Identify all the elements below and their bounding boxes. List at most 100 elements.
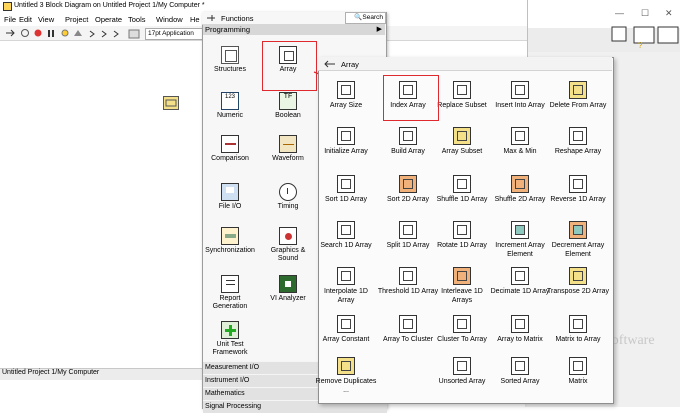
ap-item-matrix[interactable]: Matrix [547, 357, 609, 387]
ap-item-insert-into-array[interactable]: Insert Into Array [489, 81, 551, 111]
fp-item-report-generation[interactable]: Report Generation [202, 275, 258, 311]
ap-item-decimate-1d-array[interactable]: Decimate 1D Array [489, 267, 551, 297]
replace-subset-icon [453, 81, 471, 99]
menu-edit[interactable]: Edit [19, 15, 32, 24]
highlight-execution-icon [61, 29, 69, 37]
ap-item-label: Shuffle 1D Array [436, 196, 488, 203]
ap-item-decrement-array-element[interactable]: Decrement Array Element [547, 221, 609, 259]
category-programming[interactable]: Programming ▶ [203, 24, 385, 35]
ap-item-sort-1d-array[interactable]: Sort 1D Array [315, 175, 377, 205]
fp-item-label: Numeric [216, 112, 244, 119]
sort-2d-array-icon [399, 175, 417, 193]
ap-item-initialize-array[interactable]: Initialize Array [315, 127, 377, 157]
ap-item-label: Remove Duplicates ... [315, 378, 377, 394]
menu-help[interactable]: He [190, 15, 200, 24]
ap-item-max-and-min[interactable]: Max & Min [489, 127, 551, 157]
minimize-icon[interactable]: — [615, 8, 624, 18]
insert-into-array-icon [511, 81, 529, 99]
ap-item-split-1d-array[interactable]: Split 1D Array [377, 221, 439, 251]
fp-item-boolean[interactable]: TF Boolean [260, 92, 316, 120]
structures-icon [221, 46, 239, 64]
sort-1d-array-icon [337, 175, 355, 193]
fp-item-waveform[interactable]: Waveform [260, 135, 316, 163]
ap-item-array-size[interactable]: Array Size [315, 81, 377, 111]
front-panel-titlebar: — ☐ ✕ [525, 0, 680, 28]
ap-item-shuffle-2d-array[interactable]: Shuffle 2D Array [489, 175, 551, 205]
fp-item-comparison[interactable]: Comparison [202, 135, 258, 163]
menu-project[interactable]: Project [65, 15, 88, 24]
ap-item-label: Insert Into Array [495, 102, 545, 109]
ap-item-threshold-1d-array[interactable]: Threshold 1D Array [377, 267, 439, 297]
menu-view[interactable]: View [38, 15, 54, 24]
ap-item-increment-array-element[interactable]: Increment Array Element [489, 221, 551, 259]
vi-icon [657, 26, 679, 44]
ap-item-replace-subset[interactable]: Replace Subset [431, 81, 493, 111]
diagram-node-icon[interactable] [163, 96, 179, 110]
menu-operate[interactable]: Operate [95, 15, 122, 24]
toolbar-buttons[interactable] [4, 28, 144, 39]
font-select[interactable]: 17pt Application [145, 28, 205, 40]
fp-item-graphics-sound[interactable]: Graphics & Sound [260, 227, 316, 263]
max-and-min-icon [511, 127, 529, 145]
ap-item-transpose-2d-array[interactable]: Transpose 2D Array [547, 267, 609, 297]
fp-item-numeric[interactable]: 123 Numeric [202, 92, 258, 120]
ap-item-shuffle-1d-array[interactable]: Shuffle 1D Array [431, 175, 493, 205]
fp-item-timing[interactable]: Timing [260, 183, 316, 211]
ap-item-remove-duplicates[interactable]: Remove Duplicates ... [315, 357, 377, 395]
ap-item-array-to-cluster[interactable]: Array To Cluster [377, 315, 439, 345]
ap-item-reverse-1d-array[interactable]: Reverse 1D Array [547, 175, 609, 205]
shuffle-2d-array-icon [511, 175, 529, 193]
shuffle-1d-array-icon [453, 175, 471, 193]
reshape-array-icon [569, 127, 587, 145]
ap-item-reshape-array[interactable]: Reshape Array [547, 127, 609, 157]
ap-item-cluster-to-array[interactable]: Cluster To Array [431, 315, 493, 345]
maximize-icon[interactable]: ☐ [641, 8, 649, 19]
ap-item-label: Threshold 1D Array [377, 288, 439, 295]
ap-item-label: Initialize Array [324, 148, 368, 155]
ap-item-label: Cluster To Array [437, 336, 487, 343]
menu-window[interactable]: Window [156, 15, 183, 24]
ap-item-interleave-1d-arrays[interactable]: Interleave 1D Arrays [431, 267, 493, 305]
ap-item-array-subset[interactable]: Array Subset [431, 127, 493, 157]
collapse-arrow-icon: ▶ [376, 26, 382, 33]
menu-tools[interactable]: Tools [128, 15, 146, 24]
fp-item-label: Synchronization [205, 247, 255, 254]
boolean-icon: TF [279, 92, 297, 110]
ap-item-delete-from-array[interactable]: Delete From Array [547, 81, 609, 111]
ap-item-label: Rotate 1D Array [437, 242, 487, 249]
vi-analyzer-icon [279, 275, 297, 293]
ap-item-unsorted-array[interactable]: Unsorted Array [431, 357, 493, 387]
ap-item-array-constant[interactable]: Array Constant [315, 315, 377, 345]
synchronization-icon [221, 227, 239, 245]
ap-item-label: Delete From Array [549, 102, 607, 109]
pushpin-icon[interactable] [206, 14, 216, 23]
fp-item-unit-test-framework[interactable]: Unit Test Framework [202, 321, 258, 357]
close-icon[interactable]: ✕ [665, 8, 673, 19]
initialize-array-icon [337, 127, 355, 145]
ap-item-sort-2d-array[interactable]: Sort 2D Array [377, 175, 439, 205]
ap-item-label: Shuffle 2D Array [494, 196, 546, 203]
ap-item-interpolate-1d-array[interactable]: Interpolate 1D Array [315, 267, 377, 305]
run-continuous-icon [21, 29, 29, 37]
fp-item-synchronization[interactable]: Synchronization [202, 227, 258, 255]
ap-item-label: Max & Min [503, 148, 537, 155]
search-button[interactable]: 🔍Search [345, 12, 386, 24]
ap-item-array-to-matrix[interactable]: Array to Matrix [489, 315, 551, 345]
split-1d-array-icon [399, 221, 417, 239]
interleave-1d-arrays-icon [453, 267, 471, 285]
ap-item-rotate-1d-array[interactable]: Rotate 1D Array [431, 221, 493, 251]
comparison-icon [221, 135, 239, 153]
back-arrow-icon[interactable] [324, 60, 336, 68]
ap-item-search-1d-array[interactable]: Search 1D Array [315, 221, 377, 251]
ap-item-label: Sort 2D Array [386, 196, 429, 203]
fp-item-file-io[interactable]: File I/O [202, 183, 258, 211]
menu-file[interactable]: File [4, 15, 16, 24]
fp-item-vi-analyzer[interactable]: VI Analyzer [260, 275, 316, 303]
ap-item-sorted-array[interactable]: Sorted Array [489, 357, 551, 387]
ap-item-label: Interleave 1D Arrays [441, 288, 483, 304]
ap-item-label: Array Size [329, 102, 363, 109]
fp-item-structures[interactable]: Structures [202, 46, 258, 74]
ap-item-matrix-to-array[interactable]: Matrix to Array [547, 315, 609, 345]
fp-item-label: Timing [277, 203, 299, 210]
ap-item-build-array[interactable]: Build Array [377, 127, 439, 157]
